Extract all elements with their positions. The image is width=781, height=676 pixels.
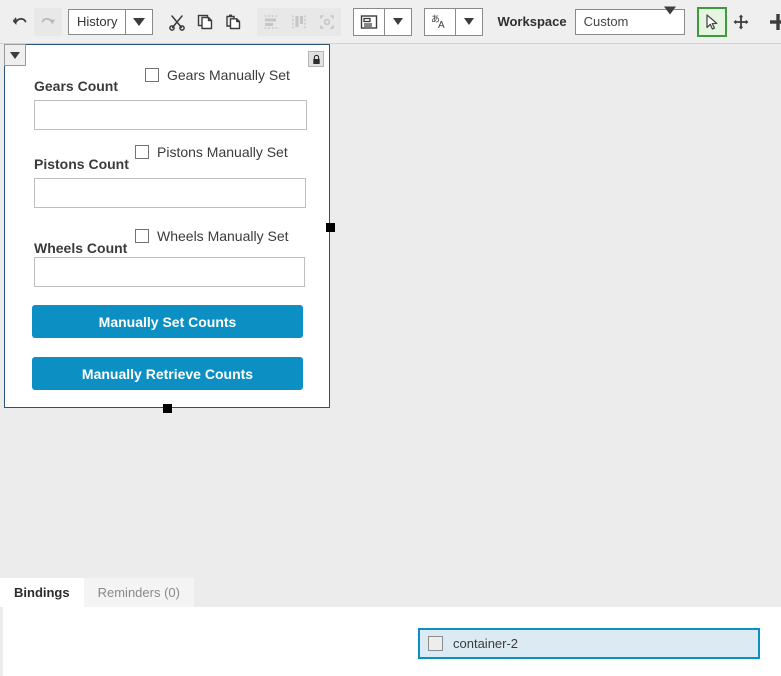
history-dropdown-arrow[interactable] [125,9,152,34]
workspace-label: Workspace [497,14,567,29]
wheels-manually-set-row[interactable]: Wheels Manually Set [135,228,289,244]
manually-retrieve-counts-button[interactable]: Manually Retrieve Counts [32,357,303,390]
cursor-select-icon [705,13,718,30]
container-lock-button[interactable] [308,51,324,67]
pistons-count-input[interactable] [34,178,306,208]
align-vertical-button[interactable] [285,7,314,36]
chevron-down-icon [133,17,146,26]
scissors-icon [169,14,186,31]
paste-button[interactable] [219,8,247,36]
tab-bindings[interactable]: Bindings [0,578,84,607]
pistons-count-label: Pistons Count [34,156,129,172]
binding-checkbox[interactable] [428,636,443,651]
redo-button[interactable] [34,7,62,36]
toolbar-group-layout [353,0,413,44]
history-dropdown[interactable]: History [68,8,154,35]
toolbar-group-viewtools [696,0,781,44]
history-label: History [77,14,118,29]
gears-manually-set-label: Gears Manually Set [167,67,290,83]
paste-icon [226,14,241,29]
wheels-count-input[interactable] [34,257,305,287]
lock-icon [312,54,320,64]
undo-button[interactable] [6,8,34,36]
toolbar-group-history: History [0,0,154,44]
undo-arrow-icon [12,17,27,25]
layout-dropdown-arrow[interactable] [384,8,411,35]
bottom-tabstrip: Bindings Reminders (0) [0,578,781,607]
canvas-surface[interactable]: Gears Manually Set Gears Count Pistons M… [0,44,781,424]
chevron-down-icon [393,18,404,25]
manually-set-counts-button[interactable]: Manually Set Counts [32,305,303,338]
align-horizontal-button[interactable] [257,7,286,36]
workspace-dropdown[interactable]: Custom [574,6,685,35]
layout-dropdown-button[interactable] [353,7,413,36]
tab-reminders[interactable]: Reminders (0) [83,578,194,607]
toolbar-group-clipboard [163,0,247,44]
chevron-down-icon [464,18,475,25]
toolbar-group-workspace: Workspace Custom [483,0,685,44]
language-dropdown-arrow[interactable] [455,8,482,35]
design-canvas[interactable]: Gears Manually Set Gears Count Pistons M… [0,44,781,565]
redo-arrow-icon [41,17,56,24]
wheels-manually-set-checkbox[interactable] [135,229,149,243]
move-pan-icon [733,14,749,29]
pistons-manually-set-label: Pistons Manually Set [157,144,288,160]
language-translate-icon: あ A [431,14,445,31]
bottom-panel: Bindings Reminders (0) [0,565,781,676]
plus-icon [769,13,781,30]
language-dropdown-button[interactable]: あ A [424,7,484,36]
gears-count-label: Gears Count [34,78,119,94]
gears-manually-set-row[interactable]: Gears Manually Set [145,67,290,83]
align-vertical-icon [292,15,307,28]
chevron-down-icon [663,6,676,29]
layout-button[interactable] [354,9,384,35]
language-button[interactable]: あ A [425,9,455,35]
copy-icon [198,14,213,29]
gears-count-input[interactable] [34,100,307,130]
toolbar-group-language: あ A [424,0,484,44]
selected-container-form[interactable]: Gears Manually Set Gears Count Pistons M… [4,44,330,408]
align-horizontal-icon [264,14,278,29]
binding-label: container-2 [453,636,519,651]
toolbar-group-align [257,0,342,44]
select-tool-button[interactable] [696,6,727,37]
fit-to-content-icon [320,14,335,29]
svg-text:A: A [438,20,445,31]
selection-handle-right[interactable] [326,223,335,232]
wheels-manually-set-label: Wheels Manually Set [157,228,289,244]
wheels-count-label: Wheels Count [34,240,128,256]
workspace-selected-value: Custom [583,14,629,29]
binding-list-item-container-2[interactable]: container-2 [418,628,760,659]
zoom-in-button[interactable] [763,8,781,36]
cut-button[interactable] [163,8,191,36]
pan-tool-button[interactable] [727,8,755,36]
pistons-manually-set-row[interactable]: Pistons Manually Set [135,144,288,160]
container-collapse-button[interactable] [4,44,26,66]
chevron-down-icon [10,51,20,59]
gears-manually-set-checkbox[interactable] [145,68,159,82]
fit-to-content-button[interactable] [313,7,342,36]
layout-icon [361,14,378,29]
pistons-manually-set-checkbox[interactable] [135,145,149,159]
copy-button[interactable] [191,8,219,36]
main-toolbar: History あ A Workspace Custom [0,0,781,44]
selection-handle-bottom[interactable] [163,404,172,413]
